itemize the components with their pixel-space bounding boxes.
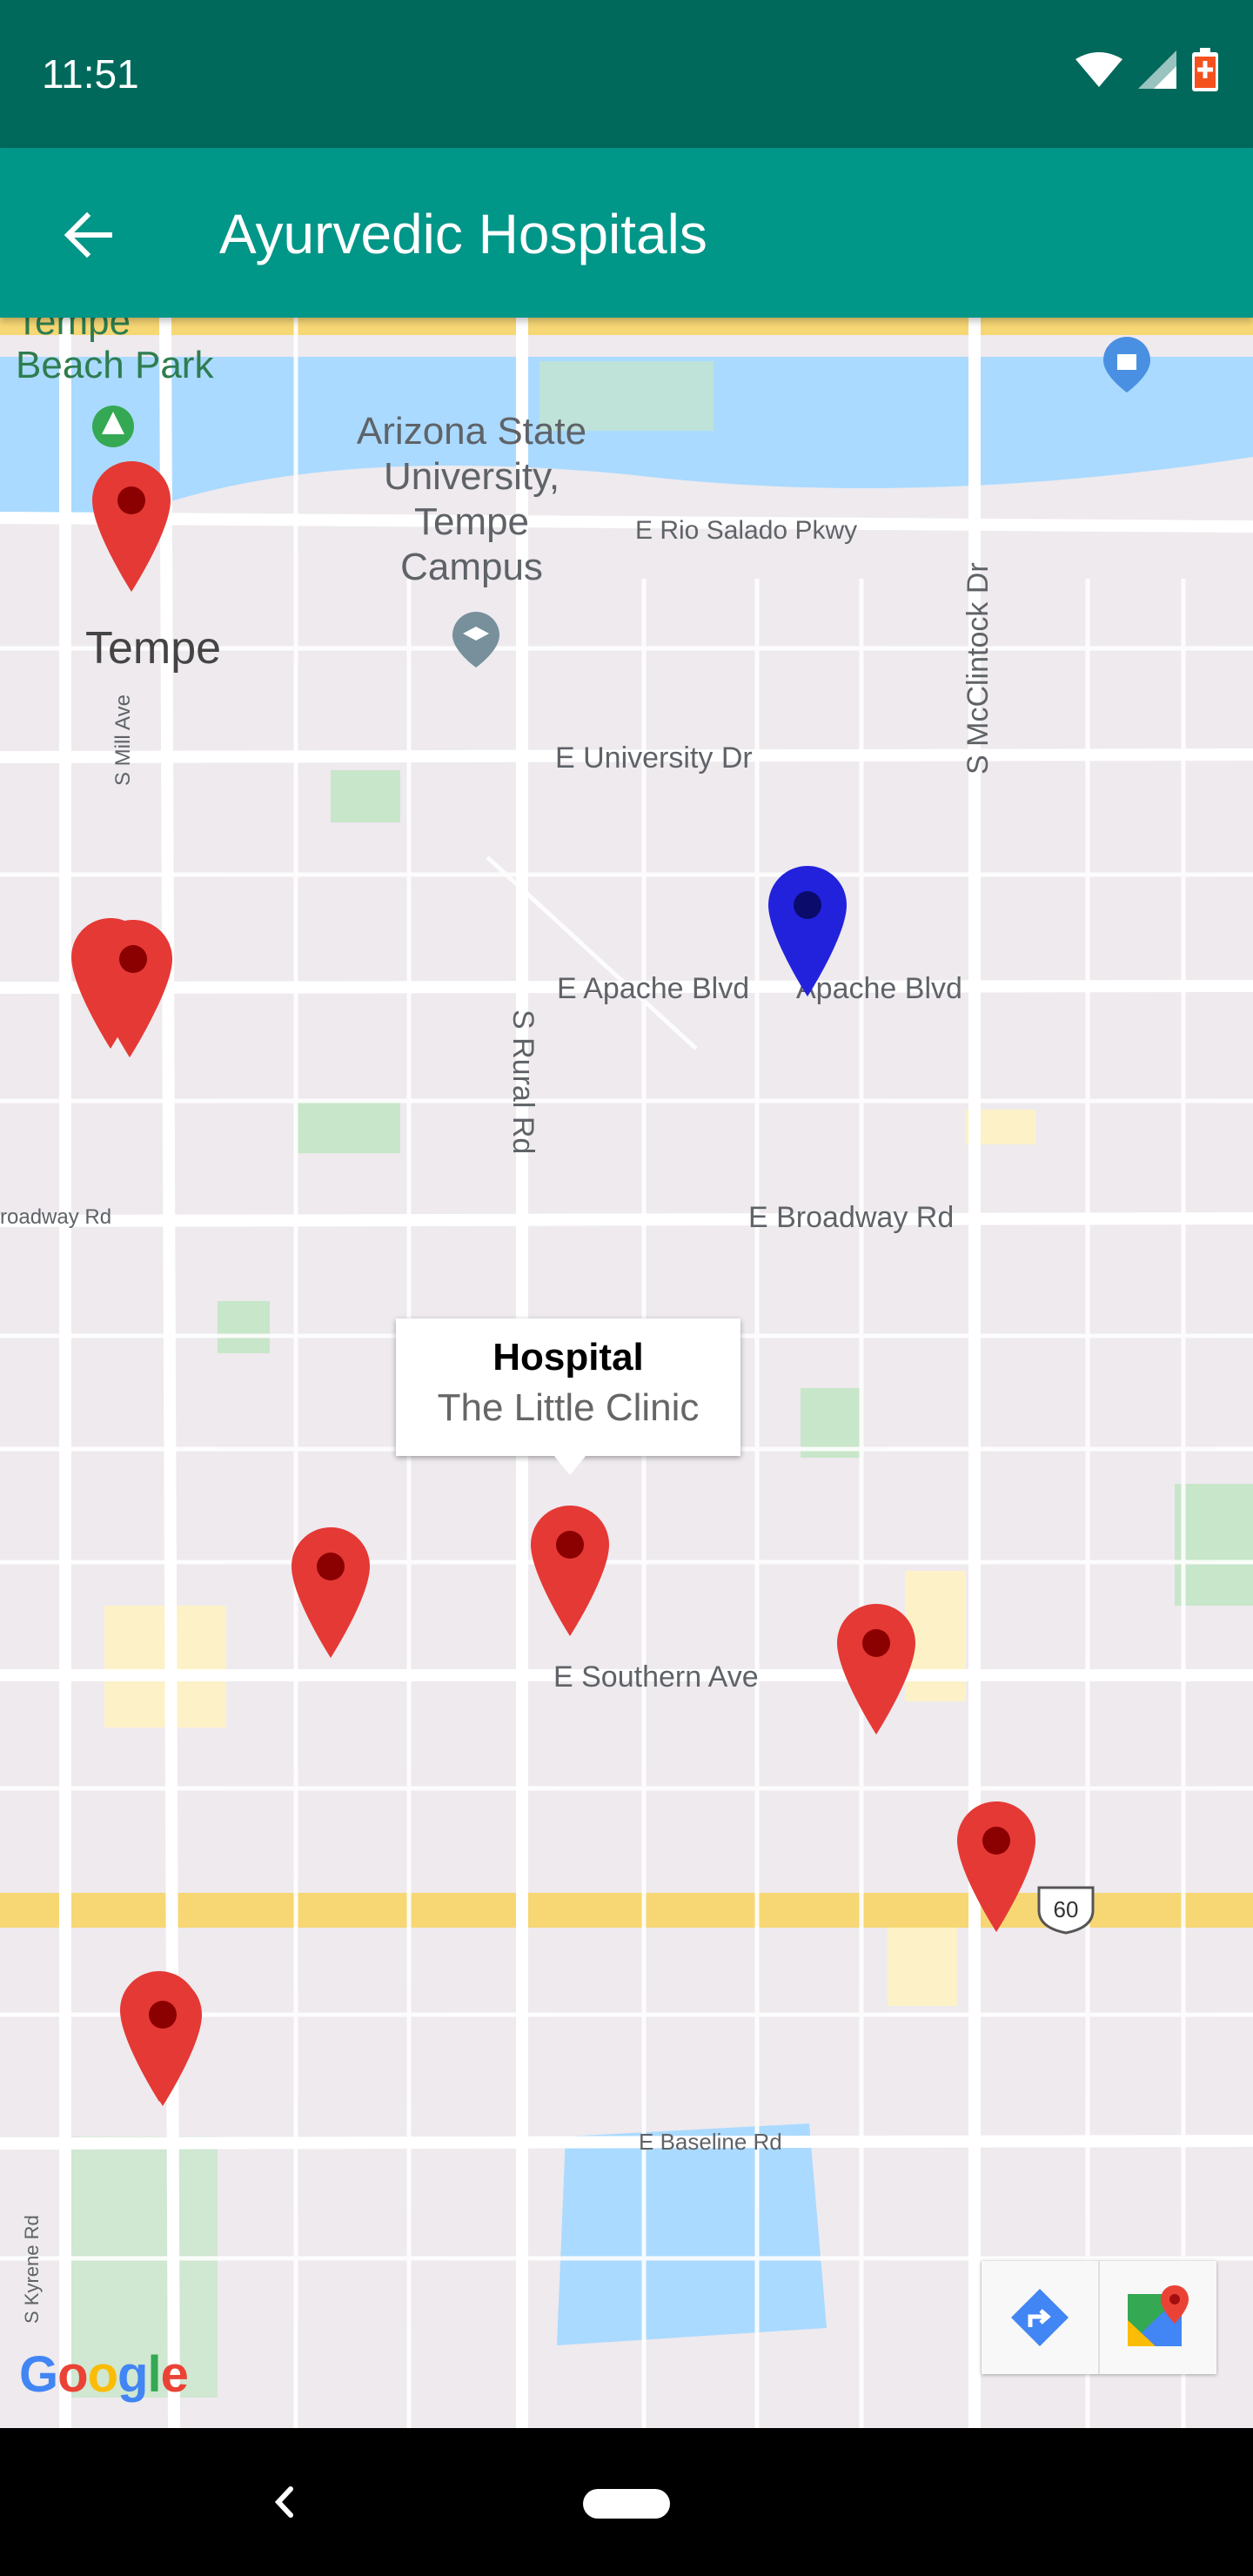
street-label-southern: E Southern Ave — [553, 1660, 759, 1694]
street-label-rural: S Rural Rd — [506, 1010, 539, 1155]
hospital-marker[interactable] — [92, 461, 171, 592]
highway-shield: 60 — [1037, 1886, 1095, 1935]
street-label-rio-salado: E Rio Salado Pkwy — [635, 516, 858, 545]
open-in-maps-button[interactable] — [1098, 2261, 1216, 2374]
campus-label: Arizona State University, Tempe Campus — [356, 410, 587, 588]
street-label-kyrene: S Kyrene Rd — [21, 2215, 43, 2324]
hospital-marker[interactable] — [124, 1976, 202, 2106]
info-window-snippet: The Little Clinic — [437, 1386, 700, 1429]
hospital-marker[interactable] — [837, 1604, 915, 1734]
system-nav-bar — [0, 2428, 1253, 2576]
google-logo: Google — [19, 2346, 189, 2403]
hospital-marker[interactable] — [957, 1801, 1035, 1932]
current-location-marker[interactable] — [768, 866, 847, 996]
arrow-back-icon — [64, 211, 112, 258]
park-label: Tempe Beach Park — [16, 318, 214, 386]
directions-button[interactable] — [982, 2261, 1098, 2374]
street-label-apache: E Apache Blvd — [557, 972, 750, 1005]
map-toolbar — [982, 2261, 1216, 2374]
directions-icon — [1011, 2289, 1069, 2346]
back-button[interactable] — [44, 191, 131, 278]
street-label-mill: S Mill Ave — [111, 694, 135, 786]
shopping-icon — [1103, 337, 1150, 392]
status-bar: 11:51 — [0, 0, 1253, 148]
city-label: Tempe — [85, 623, 222, 674]
map-view[interactable]: Tempe Beach Park Tempe Arizona State Uni… — [0, 318, 1253, 2428]
hospital-marker[interactable] — [94, 920, 172, 1050]
status-icons — [1075, 48, 1218, 91]
street-label-baseline: E Baseline Rd — [639, 2129, 782, 2155]
status-time: 11:51 — [42, 51, 139, 97]
hospital-marker-selected[interactable] — [531, 1506, 609, 1636]
nav-back-icon[interactable] — [252, 2472, 313, 2532]
park-icon — [92, 406, 134, 447]
page-title: Ayurvedic Hospitals — [219, 203, 707, 265]
hospital-marker[interactable] — [291, 1527, 370, 1658]
signal-icon — [1138, 50, 1176, 89]
street-label-mcclintock: S McClintock Dr — [962, 562, 995, 775]
street-label-university: E University Dr — [555, 741, 753, 775]
info-window-title: Hospital — [492, 1336, 644, 1379]
nav-home-pill[interactable] — [583, 2489, 670, 2519]
marker-info-window[interactable]: Hospital The Little Clinic — [396, 1318, 740, 1475]
wifi-icon — [1075, 52, 1122, 87]
app-bar: Ayurvedic Hospitals — [0, 148, 1253, 318]
battery-icon — [1192, 48, 1218, 91]
google-maps-icon — [1128, 2285, 1189, 2346]
street-label-broadway-west: roadway Rd — [0, 1205, 112, 1229]
street-label-broadway-east: E Broadway Rd — [748, 1201, 955, 1234]
university-icon — [452, 612, 499, 667]
highway-shield-number: 60 — [1054, 1896, 1079, 1922]
